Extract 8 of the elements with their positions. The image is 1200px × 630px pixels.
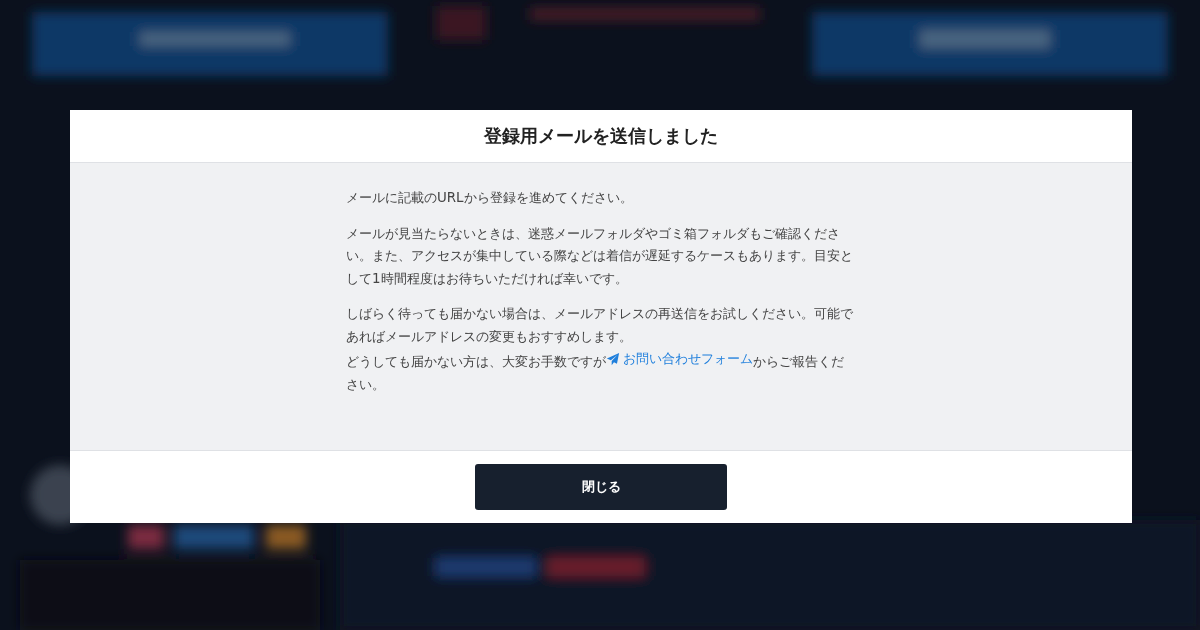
message-paragraph: メールに記載のURLから登録を進めてください。 bbox=[346, 189, 634, 207]
close-button[interactable]: 閉じる bbox=[475, 464, 727, 510]
contact-sentence: どうしても届かない方は、大変お手数ですが お問い合わせフォームからご報告ください。 bbox=[346, 348, 856, 397]
contact-form-link[interactable]: お問い合わせフォーム bbox=[606, 348, 753, 371]
paper-plane-icon bbox=[606, 352, 620, 367]
message-paragraph: メールが見当たらないときは、迷惑メールフォルダやゴミ箱フォルダもご確認ください。また、アクセスが集中している際などは着信が遅延するケースもあります。目安として1時間程度はお待ちいただければ幸いです。 bbox=[346, 224, 854, 288]
dialog-title: 登録用メールを送信しました bbox=[484, 124, 718, 148]
message-paragraph: しばらく待っても届かない場合は、メールアドレスの再送信をお試しください。可能であればメールアドレスの変更もおすすめします。 bbox=[346, 305, 854, 346]
